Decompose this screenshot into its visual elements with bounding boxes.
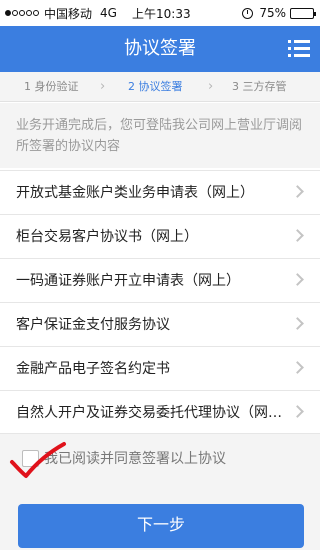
agreement-label: 自然人开户及证券交易委托代理协议（网上）	[16, 405, 286, 421]
agreement-item[interactable]: 柜台交易客户协议书（网上）	[0, 214, 320, 258]
chevron-right-icon	[291, 185, 304, 198]
status-left: 中国移动 4G	[5, 0, 125, 26]
menu-icon[interactable]	[288, 40, 310, 58]
step-separator-icon: ›	[208, 79, 214, 94]
status-bar: 中国移动 4G 上午10:33 75%	[0, 0, 320, 26]
next-button[interactable]: 下一步	[18, 504, 304, 548]
status-time: 上午10:33	[132, 6, 191, 21]
agreement-label: 柜台交易客户协议书（网上）	[16, 229, 198, 245]
notice-text: 业务开通完成后，您可登陆我公司网上营业厅调阅所签署的协议内容	[0, 103, 320, 168]
step-agreement-signing: 2 协议签署	[128, 80, 183, 93]
agreement-list: 开放式基金账户类业务申请表（网上） 柜台交易客户协议书（网上） 一码通证券账户开…	[0, 170, 320, 434]
agreement-item[interactable]: 金融产品电子签名约定书	[0, 346, 320, 390]
agreement-item[interactable]: 客户保证金支付服务协议	[0, 302, 320, 346]
agreement-label: 金融产品电子签名约定书	[16, 361, 170, 377]
battery-percent: 75%	[259, 6, 286, 20]
step-indicator: 1 身份验证 › 2 协议签署 › 3 三方存管	[0, 72, 320, 102]
step-separator-icon: ›	[100, 79, 106, 94]
bottom-area: 下一步	[0, 484, 320, 550]
step-third-party-custody: 3 三方存管	[232, 80, 287, 93]
signal-dot	[33, 10, 39, 16]
chevron-right-icon	[291, 273, 304, 286]
chevron-right-icon	[291, 229, 304, 242]
chevron-right-icon	[291, 405, 304, 418]
alarm-icon	[242, 7, 254, 19]
signal-dot	[5, 10, 11, 16]
app-header: 协议签署	[0, 26, 320, 72]
agreement-item[interactable]: 开放式基金账户类业务申请表（网上）	[0, 170, 320, 214]
signal-dot	[12, 10, 18, 16]
agreement-label: 开放式基金账户类业务申请表（网上）	[16, 185, 254, 201]
signal-dot	[26, 10, 32, 16]
carrier-name: 中国移动	[44, 6, 93, 21]
menu-icon-row	[288, 54, 310, 57]
status-right: 75%	[242, 0, 316, 26]
agreement-label: 一码通证券账户开立申请表（网上）	[16, 273, 240, 289]
red-checkmark-annotation-icon	[10, 442, 66, 478]
signal-strength-icon	[5, 10, 40, 16]
chevron-right-icon	[291, 361, 304, 374]
step-identity-verification: 1 身份验证	[24, 80, 79, 93]
network-type: 4G	[100, 6, 117, 20]
agree-area: 我已阅读并同意签署以上协议	[0, 434, 320, 484]
menu-icon-row	[288, 40, 310, 43]
agreement-item[interactable]: 一码通证券账户开立申请表（网上）	[0, 258, 320, 302]
signal-dot	[19, 10, 25, 16]
page-title: 协议签署	[124, 38, 196, 59]
agreement-item[interactable]: 自然人开户及证券交易委托代理协议（网上）	[0, 390, 320, 434]
agreement-label: 客户保证金支付服务协议	[16, 317, 170, 333]
battery-icon	[290, 7, 316, 19]
chevron-right-icon	[291, 317, 304, 330]
menu-icon-row	[288, 47, 310, 50]
